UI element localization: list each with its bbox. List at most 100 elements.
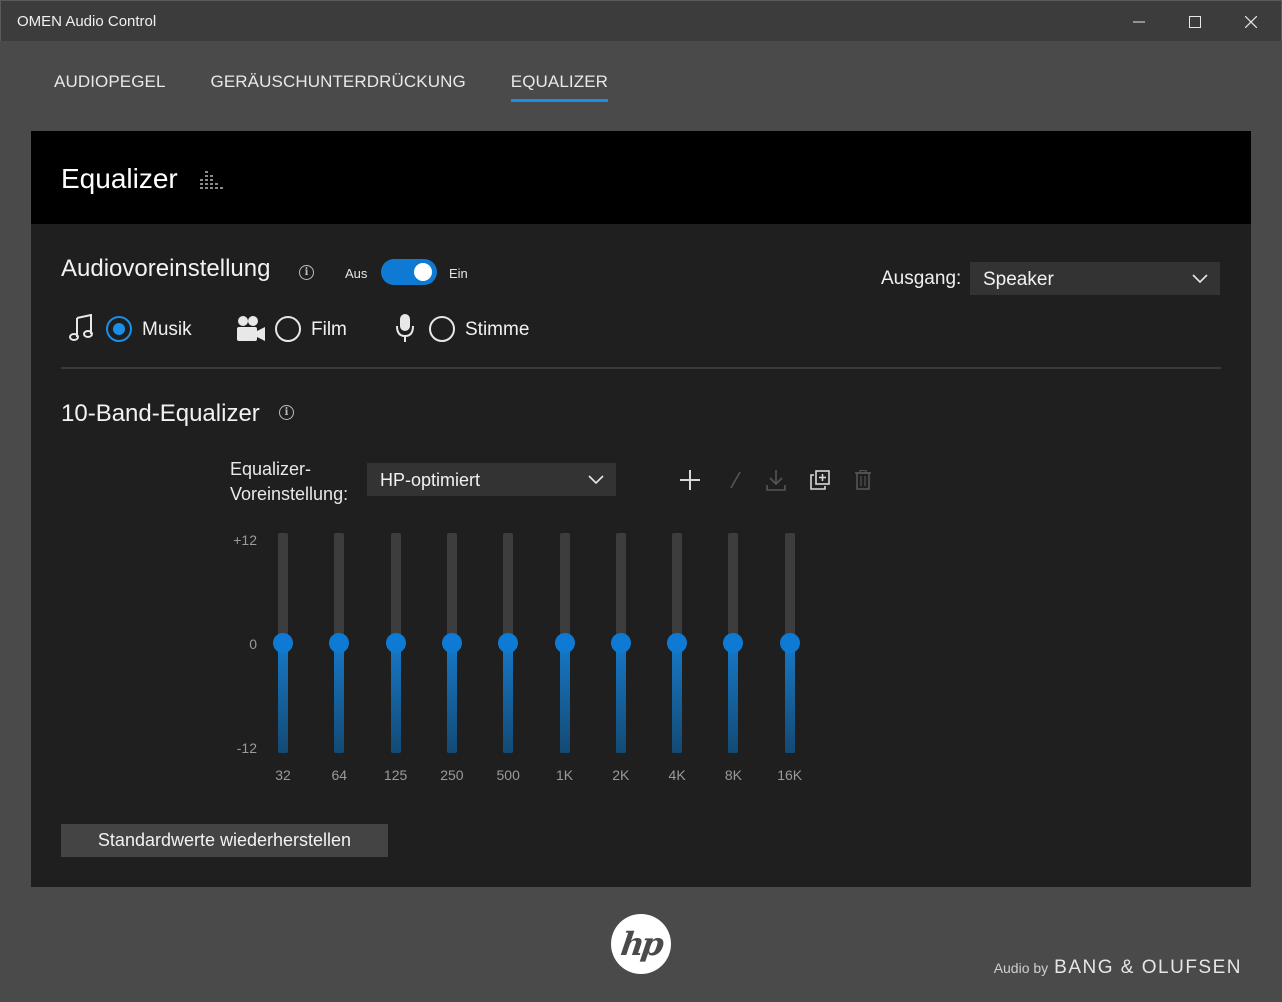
scale-min-label: -12 — [236, 740, 257, 756]
brand-name: BANG & OLUFSEN — [1054, 957, 1242, 978]
eq-freq-label: 32 — [275, 767, 291, 783]
add-preset-button[interactable] — [678, 468, 702, 492]
eq-freq-label: 2K — [612, 767, 630, 783]
eq-freq-label: 64 — [331, 767, 348, 783]
eq-slider-thumb[interactable] — [441, 633, 462, 653]
eq-freq-label: 1K — [555, 767, 574, 783]
eq-preset-select[interactable]: HP-optimiert — [367, 463, 616, 496]
edit-preset-button[interactable] — [723, 468, 747, 492]
eq-freq-label: 8K — [724, 767, 742, 783]
toggle-on-label: Ein — [449, 266, 468, 281]
radio-stimme[interactable] — [429, 316, 455, 342]
eq-slider-fill — [390, 643, 401, 753]
eq-slider-fill — [503, 643, 514, 753]
eq-slider-thumb[interactable] — [610, 633, 631, 653]
delete-icon — [855, 470, 871, 490]
window-title: OMEN Audio Control — [17, 13, 157, 30]
eq-slider-thumb[interactable] — [329, 633, 350, 653]
bang-olufsen-branding: Audio by BANG & OLUFSEN — [994, 957, 1242, 979]
radio-stimme-label[interactable]: Stimme — [465, 319, 529, 341]
maximize-button[interactable] — [1167, 1, 1223, 42]
equalizer-bars-icon — [200, 171, 223, 189]
radio-musik[interactable] — [106, 316, 132, 342]
video-camera-icon — [237, 316, 265, 341]
eq-slider-fill — [784, 643, 795, 753]
eq-slider-250[interactable] — [441, 533, 462, 753]
minimize-button[interactable] — [1111, 1, 1167, 42]
delete-preset-button[interactable] — [851, 468, 875, 492]
eq-slider-1K[interactable] — [554, 533, 575, 753]
eq-slider-fill — [278, 643, 288, 753]
duplicate-preset-button[interactable] — [808, 468, 832, 492]
audio-by-label: Audio by — [993, 960, 1049, 976]
eq-slider-thumb[interactable] — [667, 633, 688, 653]
panel-header: Equalizer — [31, 131, 1251, 224]
eq-slider-64[interactable] — [329, 533, 350, 753]
music-note-icon — [69, 314, 93, 341]
eq-slider-fill — [446, 643, 457, 753]
scale-max-label: +12 — [233, 532, 257, 548]
eq-slider-thumb[interactable] — [723, 633, 744, 653]
panel-title: Equalizer — [61, 163, 178, 194]
equalizer-panel: Equalizer Audiovoreinstellung i Aus Ein … — [31, 131, 1251, 887]
eq-preset-label: Equalizer- Voreinstellung: — [230, 459, 349, 504]
tab-equalizer[interactable]: EQUALIZER — [510, 72, 609, 104]
eq-slider-4K[interactable] — [667, 533, 688, 753]
eq-slider-fill — [559, 643, 570, 753]
audio-preset-toggle[interactable] — [381, 259, 437, 285]
download-icon — [766, 470, 786, 491]
reset-defaults-button[interactable]: Standardwerte wiederherstellen — [61, 824, 388, 857]
eq-slider-32[interactable] — [273, 533, 293, 753]
toggle-off-label: Aus — [345, 266, 368, 281]
eq-slider-2K[interactable] — [610, 533, 631, 753]
chevron-down-icon — [1192, 274, 1208, 284]
eq-freq-label: 125 — [383, 767, 408, 783]
eq-slider-125[interactable] — [385, 533, 406, 753]
info-icon[interactable]: i — [279, 405, 294, 420]
audio-preset-title: Audiovoreinstellung — [61, 255, 271, 282]
eq-slider-thumb[interactable] — [779, 633, 800, 653]
radio-musik-label[interactable]: Musik — [142, 319, 192, 341]
eq-slider-500[interactable] — [498, 533, 519, 753]
tab-audiopegel[interactable]: AUDIOPEGEL — [54, 72, 166, 104]
eq-slider-thumb[interactable] — [498, 633, 519, 653]
eq-slider-fill — [672, 643, 683, 753]
section-divider — [61, 367, 1221, 369]
eq-freq-label: 16K — [777, 767, 803, 783]
close-button[interactable] — [1223, 1, 1279, 42]
radio-film[interactable] — [275, 316, 301, 342]
eq-slider-thumb[interactable] — [385, 633, 406, 653]
main-tabs: AUDIOPEGEL GERÄUSCHUNTERDRÜCKUNG EQUALIZ… — [54, 72, 653, 104]
eq-freq-label: 500 — [496, 767, 520, 783]
output-label: Ausgang: — [881, 268, 962, 289]
close-icon — [1245, 15, 1257, 28]
eq-slider-fill — [728, 643, 739, 753]
output-select[interactable]: Speaker — [970, 262, 1220, 295]
eq-freq-label: 4K — [668, 767, 686, 783]
scale-mid-label: 0 — [249, 636, 257, 652]
eq-slider-16K[interactable] — [779, 533, 800, 753]
eq-slider-thumb[interactable] — [273, 633, 293, 653]
hp-logo: hp — [611, 914, 671, 974]
plus-icon — [680, 470, 700, 490]
band-eq-title: 10-Band-Equalizer — [61, 400, 260, 427]
microphone-icon — [396, 314, 414, 342]
eq-slider-8K[interactable] — [723, 533, 744, 753]
tab-noise-cancellation[interactable]: GERÄUSCHUNTERDRÜCKUNG — [211, 72, 466, 104]
eq-slider-fill — [615, 643, 626, 753]
info-icon[interactable]: i — [299, 265, 314, 280]
download-preset-button[interactable] — [764, 468, 788, 492]
radio-film-label[interactable]: Film — [311, 319, 347, 341]
eq-freq-label: 250 — [440, 767, 464, 783]
eq-slider-fill — [334, 643, 345, 753]
output-select-value: Speaker — [983, 269, 1054, 290]
eq-slider-thumb[interactable] — [554, 633, 575, 653]
maximize-icon — [1189, 15, 1201, 28]
toggle-knob — [414, 263, 432, 281]
duplicate-icon — [810, 470, 830, 490]
chevron-down-icon — [588, 475, 604, 485]
eq-preset-value: HP-optimiert — [380, 470, 481, 490]
title-bar: OMEN Audio Control — [0, 0, 1282, 41]
edit-icon — [730, 471, 741, 489]
minimize-icon — [1133, 21, 1145, 22]
